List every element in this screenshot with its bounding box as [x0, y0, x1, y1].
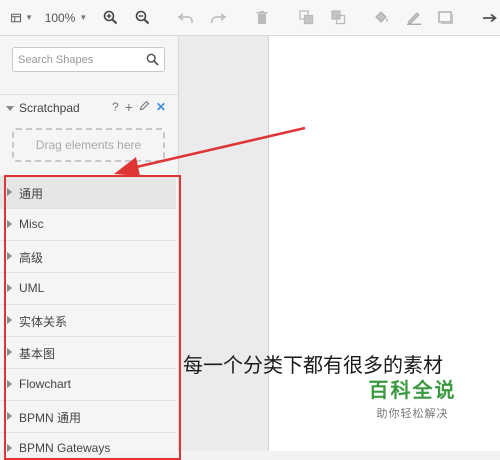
zoom-out-button[interactable] — [128, 5, 156, 31]
shapes-sidebar: Scratchpad ? + ✕ Drag elements here 通用 M… — [0, 36, 179, 455]
to-back-icon — [330, 10, 345, 25]
edit-pencil-icon[interactable] — [139, 100, 150, 114]
palette-label: 高级 — [19, 251, 44, 265]
scratchpad-title: Scratchpad — [19, 101, 80, 115]
palette-basic[interactable]: 基本图 — [0, 336, 176, 368]
palette-uml[interactable]: UML — [0, 272, 176, 304]
arrow-right-icon — [483, 13, 497, 22]
zoom-select[interactable]: 100% ▼ — [45, 5, 88, 31]
palette-label: Misc — [19, 217, 44, 231]
shadow-button[interactable] — [432, 5, 460, 31]
palette-label: 实体关系 — [19, 315, 68, 329]
zoom-in-button[interactable] — [96, 5, 124, 31]
search-box — [12, 47, 165, 72]
palette-entity-relation[interactable]: 实体关系 — [0, 304, 176, 336]
palette-label: BPMN 通用 — [19, 411, 82, 425]
palette-label: 基本图 — [19, 347, 56, 361]
expand-arrow-icon — [7, 252, 12, 260]
line-color-button[interactable] — [400, 5, 428, 31]
palette-label: 通用 — [19, 187, 44, 201]
palette-label: Flowchart — [19, 377, 72, 391]
palette-label: UML — [19, 281, 45, 295]
zoom-value: 100% — [44, 10, 76, 25]
watermark-title: 百科全说 — [368, 380, 457, 402]
help-icon[interactable]: ? — [112, 100, 119, 114]
zoom-out-icon — [135, 10, 149, 25]
format-panel-toggle[interactable]: ▼ — [8, 5, 36, 31]
layout-panel-icon — [11, 13, 21, 22]
expand-arrow-icon — [7, 188, 12, 196]
palette-advanced[interactable]: 高级 — [0, 240, 176, 272]
palette-flowchart[interactable]: Flowchart — [0, 368, 176, 400]
palette-label: BPMN Gateways — [19, 441, 111, 455]
expand-arrow-icon — [7, 348, 12, 356]
zoom-in-icon — [103, 10, 117, 25]
scratchpad-header[interactable]: Scratchpad ? + ✕ — [0, 94, 178, 120]
search-input[interactable] — [18, 52, 143, 68]
scratchpad-drop-zone[interactable]: Drag elements here — [12, 128, 165, 162]
redo-icon — [211, 12, 226, 23]
delete-button[interactable] — [248, 5, 276, 31]
to-front-button[interactable] — [292, 5, 320, 31]
toolbar: ▼ 100% ▼ — [0, 0, 500, 36]
close-icon[interactable]: ✕ — [156, 100, 166, 114]
expand-arrow-icon — [7, 220, 12, 228]
watermark-subtitle: 助你轻松解决 — [376, 408, 449, 420]
expand-arrow-icon — [7, 284, 12, 292]
expand-arrow-icon — [7, 316, 12, 324]
palette-bpmn-gateways[interactable]: BPMN Gateways — [0, 432, 176, 455]
shadow-box-icon — [438, 10, 453, 24]
collapse-arrow-icon — [6, 106, 14, 111]
palette-misc[interactable]: Misc — [0, 208, 176, 240]
add-icon[interactable]: + — [125, 99, 133, 115]
drop-hint: Drag elements here — [35, 138, 142, 152]
connection-button[interactable] — [476, 5, 500, 31]
palette-bpmn-general[interactable]: BPMN 通用 — [0, 400, 176, 432]
expand-arrow-icon — [7, 412, 12, 420]
to-back-button[interactable] — [324, 5, 352, 31]
to-front-icon — [298, 10, 313, 25]
pencil-icon — [407, 12, 421, 25]
watermark: 百科全说 助你轻松解决 — [355, 374, 470, 421]
undo-button[interactable] — [172, 5, 200, 31]
fill-color-button[interactable] — [368, 5, 396, 31]
undo-icon — [178, 12, 193, 23]
palette-general[interactable]: 通用 — [0, 176, 176, 208]
redo-button[interactable] — [204, 5, 232, 31]
chevron-down-icon: ▼ — [79, 13, 88, 22]
search-icon[interactable] — [146, 53, 159, 71]
chevron-down-icon: ▼ — [25, 13, 33, 22]
paint-bucket-icon — [375, 11, 388, 23]
expand-arrow-icon — [7, 380, 12, 388]
trash-icon — [256, 10, 268, 24]
